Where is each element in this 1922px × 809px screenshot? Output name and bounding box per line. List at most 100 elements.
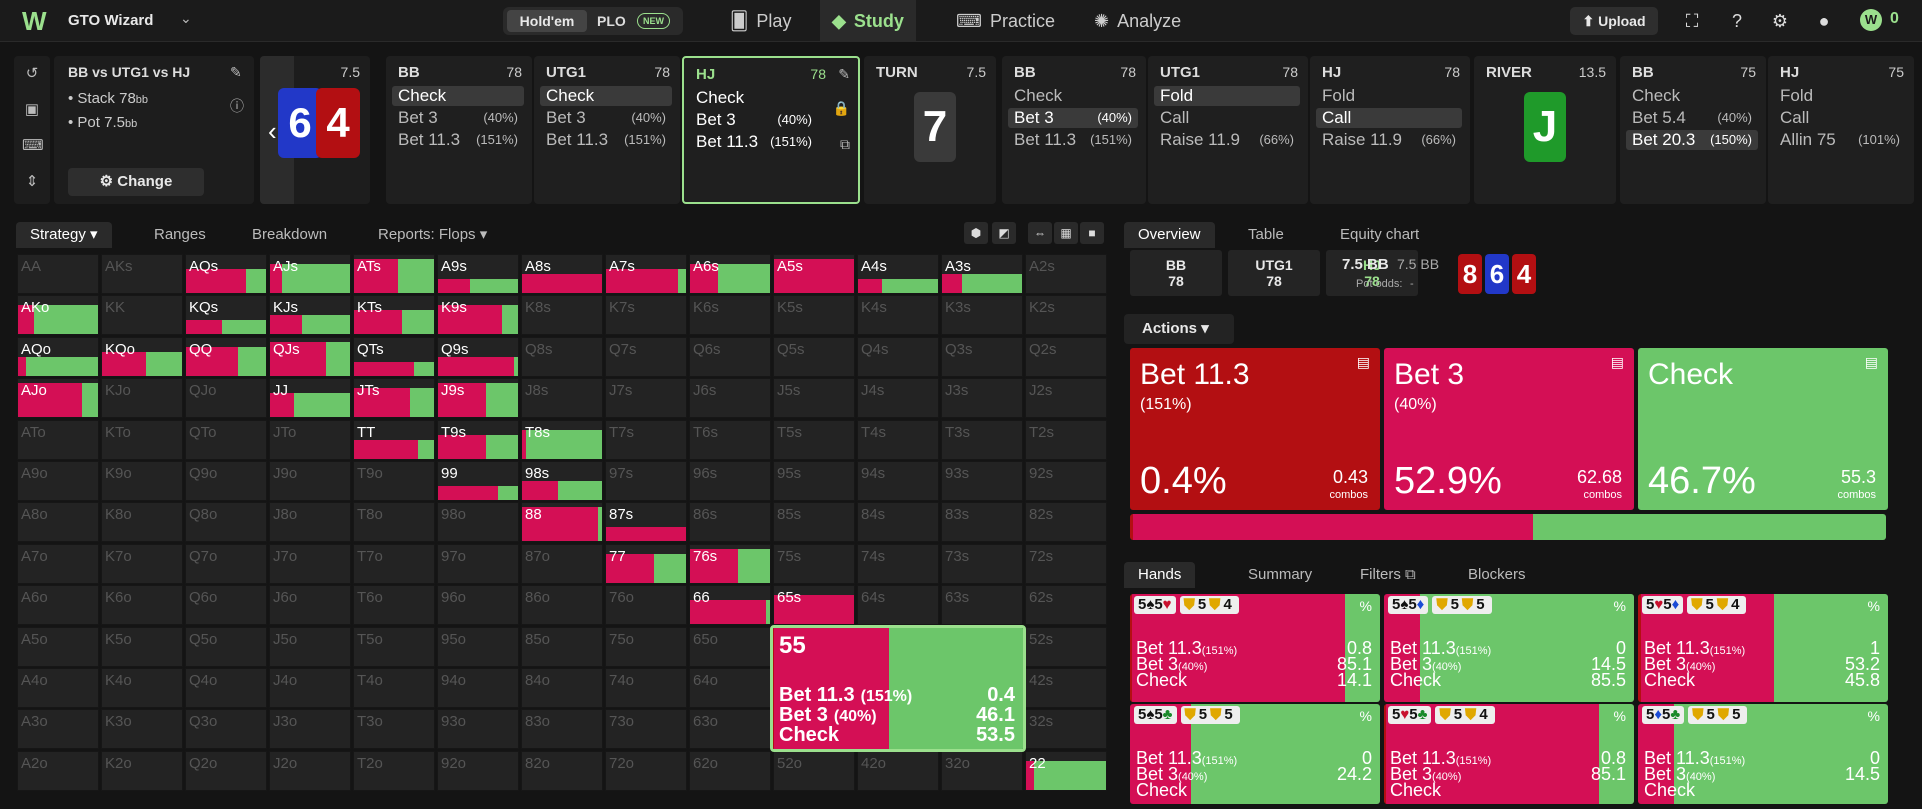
grid-cell[interactable]: KTs bbox=[353, 295, 435, 336]
grid-cell[interactable]: AKo bbox=[17, 295, 99, 336]
action-option[interactable]: Call bbox=[1316, 108, 1462, 128]
action-option[interactable]: Bet 11.3 (151%) bbox=[690, 132, 818, 152]
action-option[interactable]: Call bbox=[1774, 108, 1906, 128]
grid-cell[interactable]: 66 bbox=[689, 585, 771, 626]
grid-cell[interactable]: K2s bbox=[1025, 295, 1107, 336]
grid-cell[interactable]: QQ bbox=[185, 336, 267, 377]
grid-cell[interactable]: 64s bbox=[857, 585, 939, 626]
grid-cell[interactable]: 65s bbox=[773, 585, 855, 626]
grid-cell[interactable]: Q6o bbox=[185, 585, 267, 626]
edit-icon[interactable]: ✎ bbox=[838, 66, 850, 83]
grid-cell[interactable]: Q4s bbox=[857, 336, 939, 377]
grid-cell[interactable]: 99 bbox=[437, 461, 519, 501]
upload-button[interactable]: ⬆ Upload bbox=[1570, 7, 1658, 35]
action-option[interactable]: Fold bbox=[1154, 86, 1300, 106]
nav-practice[interactable]: ⌨ Practice bbox=[944, 0, 1067, 42]
grid-cell[interactable]: AKs bbox=[101, 254, 183, 294]
grid-cell[interactable]: Q6s bbox=[689, 336, 771, 377]
grid-cell[interactable]: 62s bbox=[1025, 585, 1107, 626]
grid-cell[interactable]: A3o bbox=[17, 709, 99, 750]
action-option[interactable]: Check bbox=[690, 88, 818, 108]
grid-cell[interactable]: T5o bbox=[353, 626, 435, 667]
grid-cell[interactable]: Q9s bbox=[437, 336, 519, 377]
grid-cell[interactable]: QTs bbox=[353, 336, 435, 377]
grid-cell[interactable]: T4o bbox=[353, 668, 435, 708]
grid-cell[interactable]: 52o bbox=[773, 750, 855, 791]
grid-cell[interactable]: 86o bbox=[521, 585, 603, 626]
change-button[interactable]: ⚙ Change bbox=[68, 168, 204, 196]
grid-cell[interactable]: J3o bbox=[269, 709, 351, 750]
action-option[interactable]: Bet 3 (40%) bbox=[540, 108, 672, 128]
player-card-bb[interactable]: BB 75 Check Bet 5.4 (40%) Bet 20.3 (150%) bbox=[1620, 56, 1766, 204]
hand-combo-card[interactable]: 5♥5♣ ⛊ 5 ⛊ 4% Bet 11.3(151%) 0.8 Bet 3(40%) 85.1… bbox=[1384, 704, 1634, 804]
grid-cell[interactable]: 95o bbox=[437, 626, 519, 667]
grid-cell[interactable]: J4o bbox=[269, 668, 351, 708]
grid-cell[interactable]: Q5o bbox=[185, 626, 267, 667]
grid-cell[interactable]: K4o bbox=[101, 668, 183, 708]
grid-cell[interactable]: JTs bbox=[353, 378, 435, 419]
grid-cell[interactable]: 96s bbox=[689, 461, 771, 501]
hand-combo-card[interactable]: 5♦5♣ ⛊ 5 ⛊ 5% Bet 11.3(151%) 0 Bet 3(40%) 14.5 Ch… bbox=[1638, 704, 1888, 804]
grid-cell[interactable]: A4s bbox=[857, 254, 939, 294]
action-option[interactable]: Bet 20.3 (150%) bbox=[1626, 130, 1758, 150]
grid-cell[interactable]: 87s bbox=[605, 502, 687, 543]
grid-cell[interactable]: 63s bbox=[941, 585, 1023, 626]
action-option[interactable]: Fold bbox=[1774, 86, 1906, 106]
grid-cell[interactable]: 75o bbox=[605, 626, 687, 667]
action-option[interactable]: Allin 75 (101%) bbox=[1774, 130, 1906, 150]
tab-summary[interactable]: Summary bbox=[1234, 562, 1326, 588]
action-option[interactable]: Raise 11.9 (66%) bbox=[1154, 130, 1300, 150]
grid-cell[interactable]: K9s bbox=[437, 295, 519, 336]
grid-cell[interactable]: 84s bbox=[857, 502, 939, 543]
hand-combo-card[interactable]: 5♠5♣ ⛊ 5 ⛊ 5% Bet 11.3(151%) 0 Bet 3(40%) 24.2 Ch… bbox=[1130, 704, 1380, 804]
grid-cell[interactable]: T3o bbox=[353, 709, 435, 750]
grid-cell[interactable]: KQs bbox=[185, 295, 267, 336]
details-icon[interactable]: ▤ bbox=[1611, 354, 1624, 371]
grid-cell[interactable]: 83o bbox=[521, 709, 603, 750]
grid-cell[interactable]: 85s bbox=[773, 502, 855, 543]
grid-cell[interactable]: 87o bbox=[521, 543, 603, 584]
grid-cell[interactable]: 93o bbox=[437, 709, 519, 750]
grid-cell[interactable]: 82s bbox=[1025, 502, 1107, 543]
grid-cell[interactable]: 72s bbox=[1025, 543, 1107, 584]
compress-icon[interactable]: ⇔ bbox=[1028, 222, 1052, 244]
grid-cell[interactable]: 84o bbox=[521, 668, 603, 708]
plo-toggle[interactable]: PLO bbox=[597, 10, 626, 32]
gear-icon[interactable]: ⚙ bbox=[1768, 9, 1792, 33]
grid-cell[interactable]: J7o bbox=[269, 543, 351, 584]
grid-cell[interactable]: 74o bbox=[605, 668, 687, 708]
grid-cell[interactable]: AJs bbox=[269, 254, 351, 294]
action-option[interactable]: Bet 11.3 (151%) bbox=[392, 130, 524, 150]
grid-cell[interactable]: Q7o bbox=[185, 543, 267, 584]
grid-cell[interactable]: AQo bbox=[17, 336, 99, 377]
grid-cell[interactable]: KTo bbox=[101, 419, 183, 460]
gamepad-icon[interactable]: ⌨ bbox=[22, 136, 44, 156]
grid-cell[interactable]: Q8s bbox=[521, 336, 603, 377]
action-option[interactable]: Check bbox=[540, 86, 672, 106]
grid-cell[interactable]: 42o bbox=[857, 750, 939, 791]
grid-cell[interactable]: T6s bbox=[689, 419, 771, 460]
hand-combo-card[interactable]: 5♠5♥ ⛊ 5 ⛊ 4% Bet 11.3(151%) 0.8 Bet 3(40%) 85.1… bbox=[1130, 594, 1380, 702]
grid-cell[interactable]: Q7s bbox=[605, 336, 687, 377]
grid-cell[interactable]: 76s bbox=[689, 543, 771, 584]
logo-icon[interactable]: W bbox=[22, 8, 56, 34]
action-box[interactable]: Bet 11.3 (151%) 0.4% 0.43 combos ▤ bbox=[1130, 348, 1380, 510]
edit-icon[interactable]: ✎ bbox=[230, 64, 248, 82]
grid-cell[interactable]: A8s bbox=[521, 254, 603, 294]
holdem-toggle[interactable]: Hold'em bbox=[507, 10, 587, 32]
user-icon[interactable]: ● bbox=[1812, 9, 1836, 33]
grid-icon[interactable]: ▦ bbox=[1054, 222, 1078, 244]
grid-cell[interactable]: 75s bbox=[773, 543, 855, 584]
player-card-bb[interactable]: BB 78 Check Bet 3 (40%) Bet 11.3 (151%) bbox=[386, 56, 532, 204]
nav-analyze[interactable]: ✺ Analyze bbox=[1082, 0, 1193, 42]
grid-cell[interactable]: T6o bbox=[353, 585, 435, 626]
grid-cell[interactable]: A7o bbox=[17, 543, 99, 584]
grid-cell[interactable]: T3s bbox=[941, 419, 1023, 460]
grid-cell[interactable]: T7o bbox=[353, 543, 435, 584]
grid-cell[interactable]: T8o bbox=[353, 502, 435, 543]
grid-cell[interactable]: 93s bbox=[941, 461, 1023, 501]
player-card-hj[interactable]: HJ 78 Check Bet 3 (40%) Bet 11.3 (151%) ✎ 🔒 ⧉ bbox=[682, 56, 860, 204]
screenshot-icon[interactable]: ⛶ bbox=[1680, 9, 1704, 33]
grid-cell[interactable]: Q4o bbox=[185, 668, 267, 708]
grid-cell[interactable]: J6s bbox=[689, 378, 771, 419]
